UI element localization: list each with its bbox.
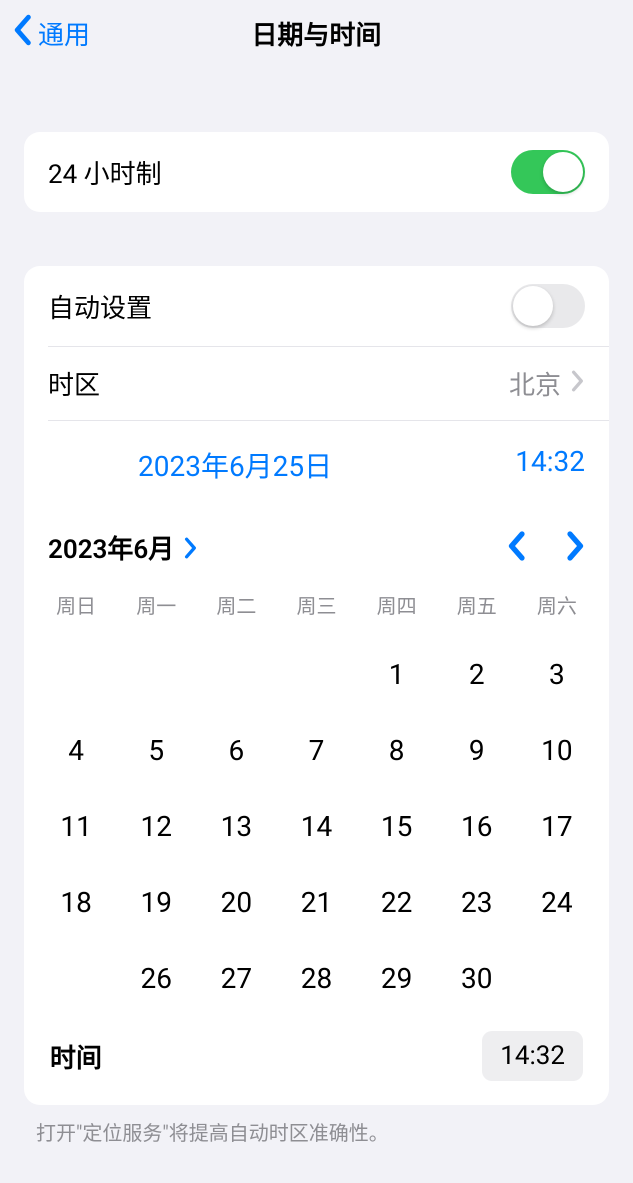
day-cell[interactable]: 11 [36,803,116,851]
weekday-label: 周六 [517,590,597,619]
day-cell[interactable]: 12 [116,803,196,851]
day-cell[interactable]: 6 [196,727,276,775]
day-cell[interactable]: 29 [357,955,437,1003]
value-timezone: 北京 [509,365,585,402]
day-cell[interactable]: 1 [357,651,437,699]
day-cell[interactable]: 27 [196,955,276,1003]
month-nav [507,531,585,565]
day-cell[interactable]: 14 [276,803,356,851]
label-autoset: 自动设置 [48,288,152,325]
day-cell[interactable]: 2 [437,651,517,699]
calendar-header: 2023年6月 [36,509,597,582]
day-cell[interactable]: 23 [437,879,517,927]
chevron-left-icon [12,14,38,53]
chevron-right-icon [571,369,585,399]
nav-bar: 通用 日期与时间 [0,0,633,66]
row-autoset: 自动设置 [24,266,609,346]
day-cell[interactable]: 22 [357,879,437,927]
day-cell[interactable]: 10 [517,727,597,775]
weekday-label: 周三 [276,590,356,619]
back-button[interactable]: 通用 [0,14,90,53]
day-cell[interactable]: 3 [517,651,597,699]
day-empty [116,651,196,699]
day-cell[interactable]: 28 [276,955,356,1003]
row-time: 时间 14:32 [36,1019,597,1093]
day-cell[interactable]: 8 [357,727,437,775]
day-cell[interactable]: 30 [437,955,517,1003]
day-cell[interactable]: 15 [357,803,437,851]
page-title: 日期与时间 [251,15,381,52]
toggle-knob [543,152,583,192]
selected-date[interactable]: 2023年6月25日 [138,445,332,485]
day-cell[interactable]: 17 [517,803,597,851]
day-cell[interactable]: 20 [196,879,276,927]
day-cell[interactable]: 5 [116,727,196,775]
time-picker-button[interactable]: 14:32 [482,1031,583,1081]
prev-month-button[interactable] [507,531,525,565]
day-cell[interactable]: 9 [437,727,517,775]
label-time: 时间 [50,1038,102,1075]
day-empty [196,651,276,699]
days-grid: 1234567891011121314151617181920212223242… [36,627,597,1019]
day-cell[interactable]: 18 [36,879,116,927]
day-cell[interactable]: 16 [437,803,517,851]
row-24hour: 24 小时制 [24,132,609,212]
weekday-label: 周日 [36,590,116,619]
row-timezone[interactable]: 时区 北京 [24,347,609,420]
day-cell[interactable]: 19 [116,879,196,927]
label-24hour: 24 小时制 [48,154,162,191]
toggle-knob [513,286,553,326]
month-label-text: 2023年6月 [48,529,174,566]
day-cell[interactable]: 21 [276,879,356,927]
day-empty [276,651,356,699]
month-picker[interactable]: 2023年6月 [48,529,198,566]
weekday-label: 周五 [437,590,517,619]
section-datetime: 自动设置 时区 北京 2023年6月25日 14:32 2023年6月 [24,266,609,1105]
toggle-24hour[interactable] [511,150,585,194]
weekday-label: 周一 [116,590,196,619]
section-24hour: 24 小时制 [24,132,609,212]
day-cell[interactable]: 4 [36,727,116,775]
day-cell[interactable]: 7 [276,727,356,775]
selected-time[interactable]: 14:32 [515,445,585,485]
weekday-row: 周日周一周二周三周四周五周六 [36,582,597,627]
next-month-button[interactable] [567,531,585,565]
day-cell[interactable]: 25 [36,955,116,1003]
day-cell[interactable]: 13 [196,803,276,851]
weekday-label: 周四 [357,590,437,619]
day-cell[interactable]: 24 [517,879,597,927]
weekday-label: 周二 [196,590,276,619]
day-empty [36,651,116,699]
toggle-autoset[interactable] [511,284,585,328]
timezone-text: 北京 [509,365,561,402]
day-cell[interactable]: 26 [116,955,196,1003]
calendar: 2023年6月 周日周一周二周三周四周五周六 12345678910111213… [24,509,609,1105]
label-timezone: 时区 [48,365,100,402]
row-selected-datetime: 2023年6月25日 14:32 [24,421,609,509]
back-label: 通用 [38,15,90,52]
footer-note: 打开"定位服务"将提高自动时区准确性。 [0,1105,633,1158]
